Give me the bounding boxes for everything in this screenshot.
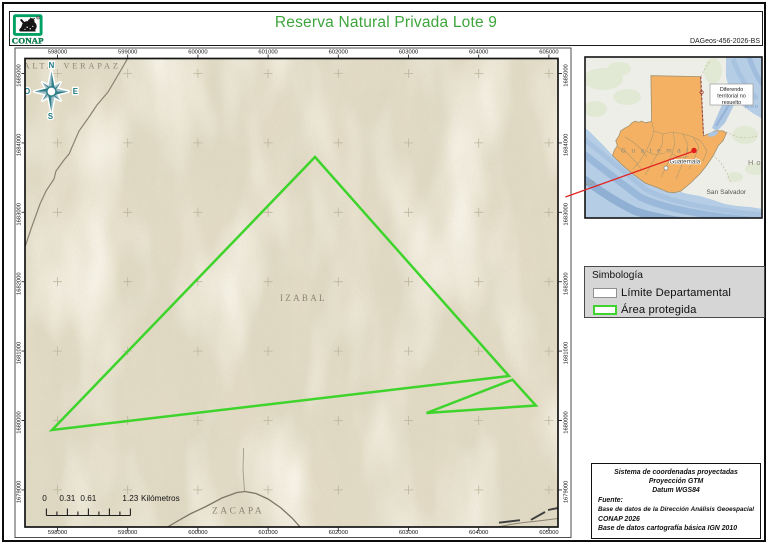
svg-text:0: 0 (42, 494, 47, 503)
svg-text:602000: 602000 (329, 530, 348, 536)
svg-text:San Salvador: San Salvador (707, 189, 747, 196)
svg-text:1681000: 1681000 (16, 342, 22, 365)
svg-text:1685000: 1685000 (564, 64, 570, 87)
svg-text:E: E (73, 87, 78, 96)
svg-text:605000: 605000 (539, 530, 558, 536)
svg-text:CONAP: CONAP (12, 36, 44, 46)
svg-text:1682000: 1682000 (16, 272, 22, 295)
svg-text:604000: 604000 (469, 530, 488, 536)
svg-text:1.23: 1.23 (122, 494, 138, 503)
svg-text:0.31: 0.31 (59, 494, 75, 503)
svg-text:601000: 601000 (258, 530, 277, 536)
svg-text:Kilómetros: Kilómetros (141, 494, 180, 503)
svg-text:1684000: 1684000 (16, 134, 22, 157)
svg-text:1681000: 1681000 (564, 342, 570, 365)
svg-text:1682000: 1682000 (564, 272, 570, 295)
svg-text:Diferendo: Diferendo (720, 87, 743, 93)
svg-text:ZACAPA: ZACAPA (212, 507, 264, 517)
svg-text:1685000: 1685000 (16, 64, 22, 87)
svg-text:IZABAL: IZABAL (280, 293, 327, 303)
svg-text:1683000: 1683000 (16, 203, 22, 226)
svg-text:1684000: 1684000 (564, 134, 570, 157)
svg-text:600000: 600000 (188, 530, 207, 536)
svg-text:S: S (48, 112, 53, 121)
svg-text:22t: 22t (585, 180, 595, 187)
svg-text:598000: 598000 (48, 530, 67, 536)
svg-text:resuelto: resuelto (722, 100, 741, 106)
svg-text:1679000: 1679000 (564, 481, 570, 504)
svg-text:1680000: 1680000 (16, 411, 22, 434)
svg-text:Guatemala: Guatemala (670, 159, 701, 166)
svg-text:599000: 599000 (118, 530, 137, 536)
svg-text:R: R (37, 16, 39, 20)
svg-text:603000: 603000 (399, 530, 418, 536)
svg-text:0.61: 0.61 (80, 494, 96, 503)
svg-text:ALTA VERAPAZ: ALTA VERAPAZ (24, 61, 121, 70)
svg-text:N: N (49, 61, 55, 70)
svg-text:1679000: 1679000 (16, 481, 22, 504)
svg-text:1680000: 1680000 (564, 411, 570, 434)
svg-text:territorial no: territorial no (717, 94, 745, 100)
svg-text:1683000: 1683000 (564, 203, 570, 226)
